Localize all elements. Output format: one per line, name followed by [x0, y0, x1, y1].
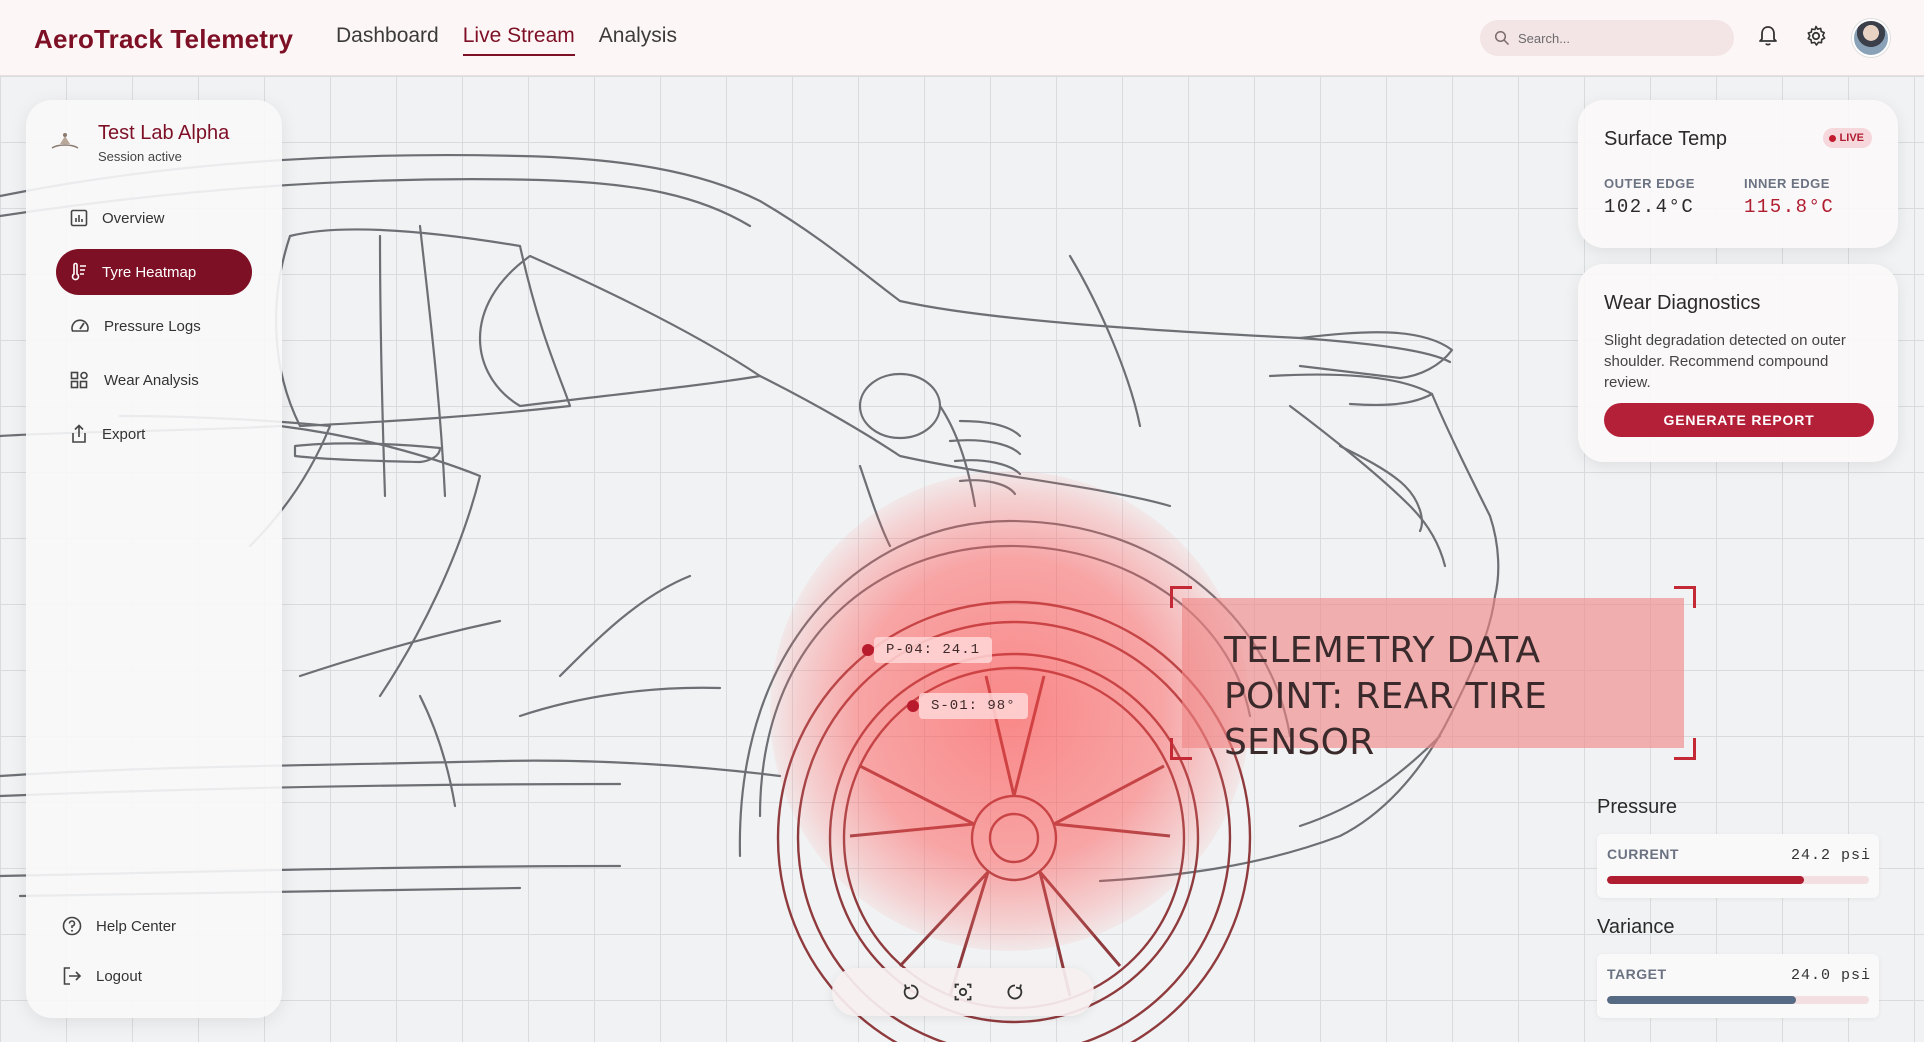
sidebar-item-label: Tyre Heatmap: [102, 263, 197, 281]
sidebar-item-label: Overview: [102, 209, 165, 227]
sidebar-item-label: Export: [102, 425, 146, 443]
inner-edge-label: INNER EDGE: [1744, 176, 1830, 191]
help-icon: [62, 916, 82, 936]
surface-temp-title: Surface Temp: [1604, 128, 1728, 150]
thermometer-icon: [71, 262, 86, 281]
main-tabs: Dashboard Live Stream Analysis: [336, 24, 677, 56]
pressure-bar-track: [1607, 876, 1869, 884]
sidebar-item-label: Logout: [96, 967, 142, 985]
callout-bracket-top-left: [1170, 586, 1192, 608]
bell-icon[interactable]: [1754, 22, 1782, 50]
sidebar-item-label: Help Center: [96, 917, 177, 935]
top-navigation-bar: AeroTrack Telemetry Dashboard Live Strea…: [0, 0, 1924, 76]
wear-diagnostics-title: Wear Diagnostics: [1604, 292, 1761, 314]
search-input[interactable]: [1480, 20, 1734, 56]
inner-edge-value: 115.8°C: [1744, 196, 1835, 218]
sidebar-item-help-center[interactable]: Help Center: [48, 903, 244, 949]
variance-bar-fill: [1607, 996, 1796, 1004]
sidebar-item-export[interactable]: Export: [56, 411, 252, 457]
sidebar-item-tyre-heatmap[interactable]: Tyre Heatmap: [56, 249, 252, 295]
callout-bracket-top-right: [1674, 586, 1696, 608]
callout-bracket-bottom-right: [1674, 738, 1696, 760]
bar-chart-icon: [70, 209, 88, 227]
logout-icon: [63, 967, 82, 985]
live-badge: LIVE: [1822, 128, 1872, 148]
viewer-controls: [832, 968, 1094, 1016]
sensor-label-p04: P-04: 24.1: [874, 637, 993, 663]
variance-gauge: TARGET 24.0 psi: [1597, 954, 1879, 1018]
lab-logo-icon: [50, 130, 80, 152]
variance-label: TARGET: [1607, 966, 1667, 982]
tab-analysis[interactable]: Analysis: [599, 24, 677, 56]
tab-live-stream[interactable]: Live Stream: [462, 24, 575, 56]
sensor-marker-p04[interactable]: [862, 644, 874, 656]
surface-temp-card: Surface Temp LIVE OUTER EDGE 102.4°C INN…: [1578, 100, 1898, 248]
share-icon: [72, 424, 86, 443]
outer-edge-value: 102.4°C: [1604, 196, 1695, 218]
session-status: Session active: [98, 149, 182, 164]
tab-dashboard[interactable]: Dashboard: [336, 24, 439, 56]
pressure-title: Pressure: [1597, 796, 1678, 818]
focus-icon[interactable]: [951, 980, 975, 1004]
generate-report-button[interactable]: GENERATE REPORT: [1604, 403, 1874, 437]
callout-bracket-bottom-left: [1170, 738, 1192, 760]
pressure-value: 24.2 psi: [1790, 847, 1871, 864]
callout-text: TELEMETRY DATA POINT: REAR TIRE SENSOR: [1224, 630, 1548, 763]
rotate-left-icon[interactable]: [899, 980, 923, 1004]
pressure-gauge: CURRENT 24.2 psi: [1597, 834, 1879, 898]
sidebar-item-wear-analysis[interactable]: Wear Analysis: [56, 357, 252, 403]
wear-diagnostics-text: Slight degradation detected on outer sho…: [1604, 332, 1846, 391]
sidebar-item-label: Wear Analysis: [104, 371, 199, 389]
live-dot-icon: [1828, 134, 1836, 142]
gauge-icon: [71, 319, 89, 332]
wear-diagnostics-card: Wear Diagnostics Slight degradation dete…: [1578, 264, 1898, 462]
gear-icon[interactable]: [1802, 22, 1830, 50]
outer-edge-label: OUTER EDGE: [1604, 176, 1695, 191]
pressure-label: CURRENT: [1607, 846, 1679, 862]
variance-bar-track: [1607, 996, 1869, 1004]
pressure-bar-fill: [1607, 876, 1804, 884]
live-badge-label: LIVE: [1839, 132, 1864, 144]
sensor-label-s01: S-01: 98°: [919, 693, 1028, 719]
variance-value: 24.0 psi: [1790, 967, 1871, 984]
sidebar-item-overview[interactable]: Overview: [56, 195, 252, 241]
rotate-right-icon[interactable]: [1003, 980, 1027, 1004]
sidebar-item-label: Pressure Logs: [104, 317, 201, 335]
analysis-icon: [70, 371, 88, 389]
user-avatar[interactable]: [1852, 19, 1890, 57]
sensor-marker-s01[interactable]: [907, 700, 919, 712]
telemetry-callout: TELEMETRY DATA POINT: REAR TIRE SENSOR: [1182, 598, 1684, 763]
lab-name: Test Lab Alpha: [98, 122, 230, 144]
sidebar-item-pressure-logs[interactable]: Pressure Logs: [56, 303, 252, 349]
variance-title: Variance: [1597, 916, 1675, 938]
app-brand[interactable]: AeroTrack Telemetry: [34, 24, 293, 55]
search-icon: [1494, 30, 1510, 46]
sidebar-item-logout[interactable]: Logout: [48, 953, 244, 999]
sidebar: Test Lab Alpha Session active Overview T…: [26, 100, 282, 1018]
